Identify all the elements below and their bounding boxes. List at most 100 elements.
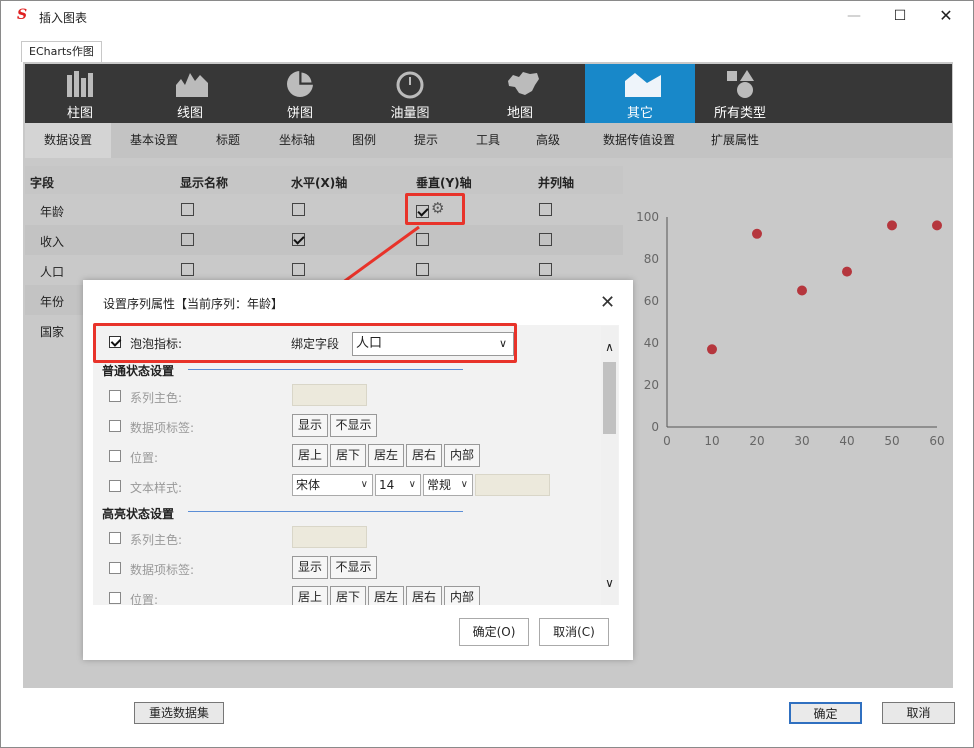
show-button[interactable]: 显示 bbox=[292, 414, 328, 437]
field-name: 年份 bbox=[40, 295, 65, 309]
bubble-row-highlight bbox=[93, 323, 517, 363]
hl-position-inside-button[interactable]: 内部 bbox=[444, 586, 480, 605]
line-chart-icon bbox=[176, 73, 208, 97]
tab-advanced[interactable]: 高级 bbox=[525, 123, 571, 158]
scroll-up-icon[interactable]: ∧ bbox=[603, 340, 616, 354]
position-inside-button[interactable]: 内部 bbox=[444, 444, 480, 467]
scroll-down-icon[interactable]: ∨ bbox=[603, 576, 616, 590]
y-axis-highlight bbox=[405, 193, 465, 225]
dialog-scrollbar[interactable]: ∧ ∨ bbox=[601, 326, 618, 605]
tab-extended[interactable]: 扩展属性 bbox=[705, 123, 765, 158]
y-tick-label: 40 bbox=[644, 336, 659, 350]
reselect-dataset-button[interactable]: 重选数据集 bbox=[134, 702, 224, 724]
scatter-point[interactable] bbox=[932, 220, 942, 231]
tab-echarts[interactable]: ECharts作图 bbox=[21, 41, 102, 62]
scroll-thumb[interactable] bbox=[603, 362, 616, 434]
font-size-select[interactable]: 14 ∨ bbox=[375, 474, 421, 496]
tab-data-settings[interactable]: 数据设置 bbox=[25, 123, 111, 158]
minimize-button[interactable]: — bbox=[831, 1, 877, 31]
parallel-axis-checkbox[interactable] bbox=[539, 233, 552, 246]
section-divider bbox=[188, 369, 463, 370]
cancel-button[interactable]: 取消 bbox=[882, 702, 955, 724]
position-checkbox[interactable] bbox=[109, 450, 121, 462]
chart-type-label: 饼图 bbox=[286, 106, 313, 121]
hl-position-right-button[interactable]: 居右 bbox=[406, 586, 442, 605]
other-chart-icon bbox=[625, 73, 661, 97]
display-name-checkbox[interactable] bbox=[181, 263, 194, 276]
tab-tooltip[interactable]: 提示 bbox=[403, 123, 449, 158]
hl-series-color-input[interactable] bbox=[292, 526, 367, 548]
chart-type-bar: 柱图 线图 饼图 油量图 地图 其它 所有类型 bbox=[25, 64, 952, 123]
chart-type-pie[interactable]: 饼图 bbox=[245, 64, 355, 123]
header-x-axis: 水平(X)轴 bbox=[291, 176, 348, 190]
hide-button[interactable]: 不显示 bbox=[330, 414, 377, 437]
table-row: 年龄 ⚙ bbox=[25, 195, 623, 225]
position-top-button[interactable]: 居上 bbox=[292, 444, 328, 467]
dialog-ok-button[interactable]: 确定(O) bbox=[459, 618, 529, 646]
data-label-label: 数据项标签: bbox=[130, 421, 195, 435]
hl-series-color-checkbox[interactable] bbox=[109, 532, 121, 544]
series-property-dialog: 设置序列属性【当前序列：年龄】 ✕ 泡泡指标: 绑定字段 人口 ∨ 普通状态设置… bbox=[83, 280, 633, 660]
x-axis-checkbox[interactable] bbox=[292, 203, 305, 216]
series-color-input[interactable] bbox=[292, 384, 367, 406]
chart-type-label: 油量图 bbox=[390, 106, 430, 121]
position-bottom-button[interactable]: 居下 bbox=[330, 444, 366, 467]
display-name-checkbox[interactable] bbox=[181, 203, 194, 216]
header-y-axis: 垂直(Y)轴 bbox=[416, 176, 472, 190]
fields-header: 字段 显示名称 水平(X)轴 垂直(Y)轴 并列轴 bbox=[25, 166, 623, 194]
tab-data-passing[interactable]: 数据传值设置 bbox=[591, 123, 687, 158]
text-style-checkbox[interactable] bbox=[109, 480, 121, 492]
chart-type-line[interactable]: 线图 bbox=[135, 64, 245, 123]
maximize-button[interactable]: ☐ bbox=[877, 1, 923, 31]
hl-data-label-checkbox[interactable] bbox=[109, 562, 121, 574]
parallel-axis-checkbox[interactable] bbox=[539, 263, 552, 276]
chevron-down-icon: ∨ bbox=[408, 479, 416, 490]
hl-position-label: 位置: bbox=[130, 593, 159, 605]
text-style-label: 文本样式: bbox=[130, 481, 183, 495]
field-name: 年龄 bbox=[40, 205, 65, 219]
chart-type-label: 其它 bbox=[626, 106, 653, 121]
position-left-button[interactable]: 居左 bbox=[368, 444, 404, 467]
chart-type-all[interactable]: 所有类型 bbox=[685, 64, 795, 123]
hl-position-top-button[interactable]: 居上 bbox=[292, 586, 328, 605]
app-logo-icon: S bbox=[17, 7, 28, 23]
dialog-cancel-button[interactable]: 取消(C) bbox=[539, 618, 609, 646]
tab-basic-settings[interactable]: 基本设置 bbox=[119, 123, 189, 158]
series-color-checkbox[interactable] bbox=[109, 390, 121, 402]
parallel-axis-checkbox[interactable] bbox=[539, 203, 552, 216]
scatter-point[interactable] bbox=[752, 228, 762, 239]
chart-type-map[interactable]: 地图 bbox=[465, 64, 575, 123]
font-weight-select[interactable]: 常规 ∨ bbox=[423, 474, 473, 496]
data-label-checkbox[interactable] bbox=[109, 420, 121, 432]
hl-position-left-button[interactable]: 居左 bbox=[368, 586, 404, 605]
display-name-checkbox[interactable] bbox=[181, 233, 194, 246]
hl-hide-button[interactable]: 不显示 bbox=[330, 556, 377, 579]
tab-axis[interactable]: 坐标轴 bbox=[269, 123, 325, 158]
chart-type-other[interactable]: 其它 bbox=[585, 64, 695, 123]
scatter-point[interactable] bbox=[707, 344, 717, 355]
chart-type-bar[interactable]: 柱图 bbox=[25, 64, 135, 123]
font-family-select[interactable]: 宋体 ∨ bbox=[292, 474, 373, 496]
hl-position-checkbox[interactable] bbox=[109, 592, 121, 604]
scatter-point[interactable] bbox=[842, 266, 852, 277]
series-color-label: 系列主色: bbox=[130, 391, 183, 405]
scatter-point[interactable] bbox=[887, 220, 897, 231]
scatter-point[interactable] bbox=[797, 285, 807, 296]
field-name: 人口 bbox=[40, 265, 65, 279]
y-tick-label: 60 bbox=[644, 294, 659, 308]
chart-type-gauge[interactable]: 油量图 bbox=[355, 64, 465, 123]
tab-title[interactable]: 标题 bbox=[205, 123, 251, 158]
chart-type-label: 线图 bbox=[176, 106, 203, 121]
y-tick-label: 0 bbox=[651, 420, 659, 434]
text-color-input[interactable] bbox=[475, 474, 550, 496]
dialog-close-icon[interactable]: ✕ bbox=[600, 292, 615, 313]
close-window-button[interactable]: ✕ bbox=[923, 1, 969, 31]
tab-legend[interactable]: 图例 bbox=[341, 123, 387, 158]
y-tick-label: 100 bbox=[636, 210, 659, 224]
hl-position-bottom-button[interactable]: 居下 bbox=[330, 586, 366, 605]
hl-show-button[interactable]: 显示 bbox=[292, 556, 328, 579]
tab-tools[interactable]: 工具 bbox=[465, 123, 511, 158]
position-right-button[interactable]: 居右 bbox=[406, 444, 442, 467]
header-parallel-axis: 并列轴 bbox=[538, 176, 575, 190]
ok-button[interactable]: 确定 bbox=[789, 702, 862, 724]
